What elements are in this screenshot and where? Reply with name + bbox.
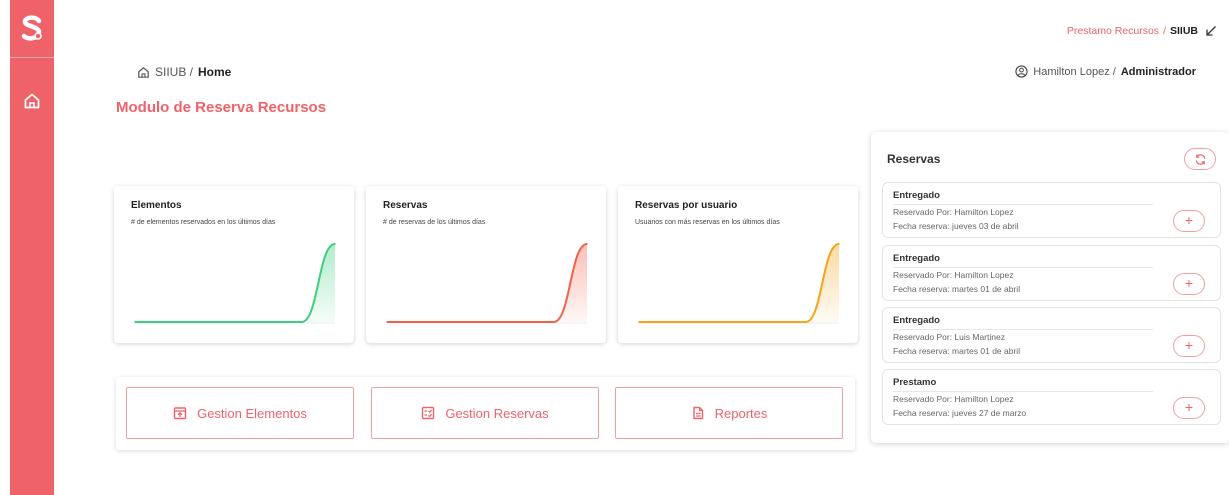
reservas-usuario-chart — [638, 243, 840, 324]
breadcrumb-current: Home — [198, 65, 232, 79]
user-circle-icon — [1015, 65, 1028, 78]
data-point — [234, 321, 236, 323]
series-area — [387, 244, 587, 322]
button-label: Gestion Elementos — [197, 405, 307, 421]
reservas-card: Reservas # de reservas de los últimos dí… — [366, 186, 606, 343]
data-point — [519, 321, 522, 323]
card-title: Reservas por usuario — [635, 200, 738, 211]
reserva-status: Prestamo — [893, 377, 937, 388]
actions-bar: Gestion Elementos Gestion Reservas Repor… — [116, 377, 855, 450]
reserva-item: Entregado Reservado Por: Luis Martinez F… — [882, 307, 1221, 363]
item-divider — [893, 204, 1153, 205]
gestion-elementos-button[interactable]: Gestion Elementos — [126, 387, 354, 439]
reserva-by: Reservado Por: Hamilton Lopez — [893, 394, 1014, 404]
reserva-date: Fecha reserva: martes 01 de abril — [893, 284, 1021, 294]
reserva-by: Reservado Por: Luis Martinez — [893, 332, 1005, 342]
data-point — [738, 321, 740, 323]
data-point — [200, 321, 203, 323]
data-point — [486, 321, 488, 323]
reservas-usuario-card: Reservas por usuario Usuarios con más re… — [618, 186, 858, 343]
elementos-card: Elementos # de elementos reservados en l… — [114, 186, 354, 343]
data-point — [134, 321, 136, 323]
reserva-by: Reservado Por: Hamilton Lopez — [893, 207, 1014, 217]
elementos-chart — [134, 243, 336, 324]
reservas-chart — [386, 243, 588, 324]
reserva-by: Reservado Por: Hamilton Lopez — [893, 270, 1014, 280]
refresh-icon — [1195, 153, 1205, 165]
data-point — [419, 321, 422, 323]
reserva-status: Entregado — [893, 190, 940, 201]
sidebar — [10, 0, 54, 495]
data-point — [300, 321, 303, 323]
data-point — [586, 243, 588, 245]
data-point — [838, 243, 840, 245]
data-point — [638, 321, 640, 323]
sidebar-divider — [10, 57, 54, 58]
data-point — [452, 321, 455, 323]
siiub-current: SIIUB — [1169, 25, 1198, 37]
item-divider — [893, 329, 1153, 330]
gestion-reservas-button[interactable]: Gestion Reservas — [371, 387, 599, 439]
app-breadcrumb: Prestamo Recursos / SIIUB — [1067, 25, 1217, 37]
data-point — [704, 321, 707, 323]
reportes-button[interactable]: Reportes — [615, 387, 843, 439]
panel-title: Reservas — [887, 152, 941, 166]
page-title: Modulo de Reserva Recursos — [116, 99, 327, 116]
card-title: Reservas — [383, 200, 428, 211]
user-name: Hamilton Lopez / — [1033, 65, 1116, 78]
item-divider — [893, 391, 1153, 392]
plus-button[interactable]: + — [1173, 273, 1205, 295]
data-point — [804, 321, 807, 323]
home-icon[interactable] — [137, 66, 150, 79]
card-subtitle: # de elementos reservados en los últimos… — [131, 219, 276, 226]
data-point — [167, 321, 170, 323]
reserva-date: Fecha reserva: jueves 03 de abril — [893, 221, 1019, 231]
series-area — [135, 244, 335, 322]
data-point — [334, 243, 336, 245]
plus-button[interactable]: + — [1173, 335, 1205, 357]
button-label: Reportes — [714, 405, 768, 421]
user-info[interactable]: Hamilton Lopez / Administrador — [1015, 65, 1196, 78]
reserva-item: Entregado Reservado Por: Hamilton Lopez … — [882, 245, 1221, 301]
series-line — [135, 243, 336, 323]
user-role: Administrador — [1120, 65, 1196, 78]
reserva-date: Fecha reserva: jueves 27 de marzo — [893, 408, 1027, 418]
item-divider — [893, 267, 1153, 268]
breadcrumb-root[interactable]: SIIUB / — [155, 65, 193, 79]
reserva-status: Entregado — [893, 315, 940, 326]
refresh-button[interactable] — [1184, 148, 1216, 170]
breadcrumb-separator: / — [1163, 25, 1166, 37]
reservas-panel: Reservas Entregado Reservado Por: Hamilt… — [871, 132, 1229, 443]
data-point — [671, 321, 674, 323]
data-point — [386, 321, 388, 323]
plus-button[interactable]: + — [1173, 397, 1205, 419]
series-area — [639, 244, 839, 322]
reserva-date: Fecha reserva: martes 01 de abril — [893, 346, 1021, 356]
card-subtitle: Usuarios con más reservas en los últimos… — [635, 219, 780, 226]
reserva-item: Entregado Reservado Por: Hamilton Lopez … — [882, 182, 1221, 238]
series-line — [639, 243, 840, 323]
data-point — [552, 321, 555, 323]
home-icon[interactable] — [23, 92, 41, 110]
data-point — [267, 321, 270, 323]
prestamo-recursos-link[interactable]: Prestamo Recursos — [1067, 25, 1159, 37]
button-label: Gestion Reservas — [445, 405, 549, 421]
card-title: Elementos — [131, 200, 182, 211]
arrow-down-left-icon[interactable] — [1205, 25, 1217, 37]
checklist-icon — [422, 406, 435, 420]
reserva-status: Entregado — [893, 253, 940, 264]
card-subtitle: # de reservas de los últimos días — [383, 219, 486, 226]
series-line — [387, 243, 588, 323]
data-point — [771, 321, 774, 323]
document-icon — [692, 406, 703, 420]
reserva-item: Prestamo Reservado Por: Hamilton Lopez F… — [882, 369, 1221, 425]
plus-button[interactable]: + — [1173, 210, 1205, 232]
breadcrumb: SIIUB / Home — [137, 65, 231, 79]
s-logo-icon — [21, 15, 42, 41]
box-upload-icon — [173, 407, 187, 420]
